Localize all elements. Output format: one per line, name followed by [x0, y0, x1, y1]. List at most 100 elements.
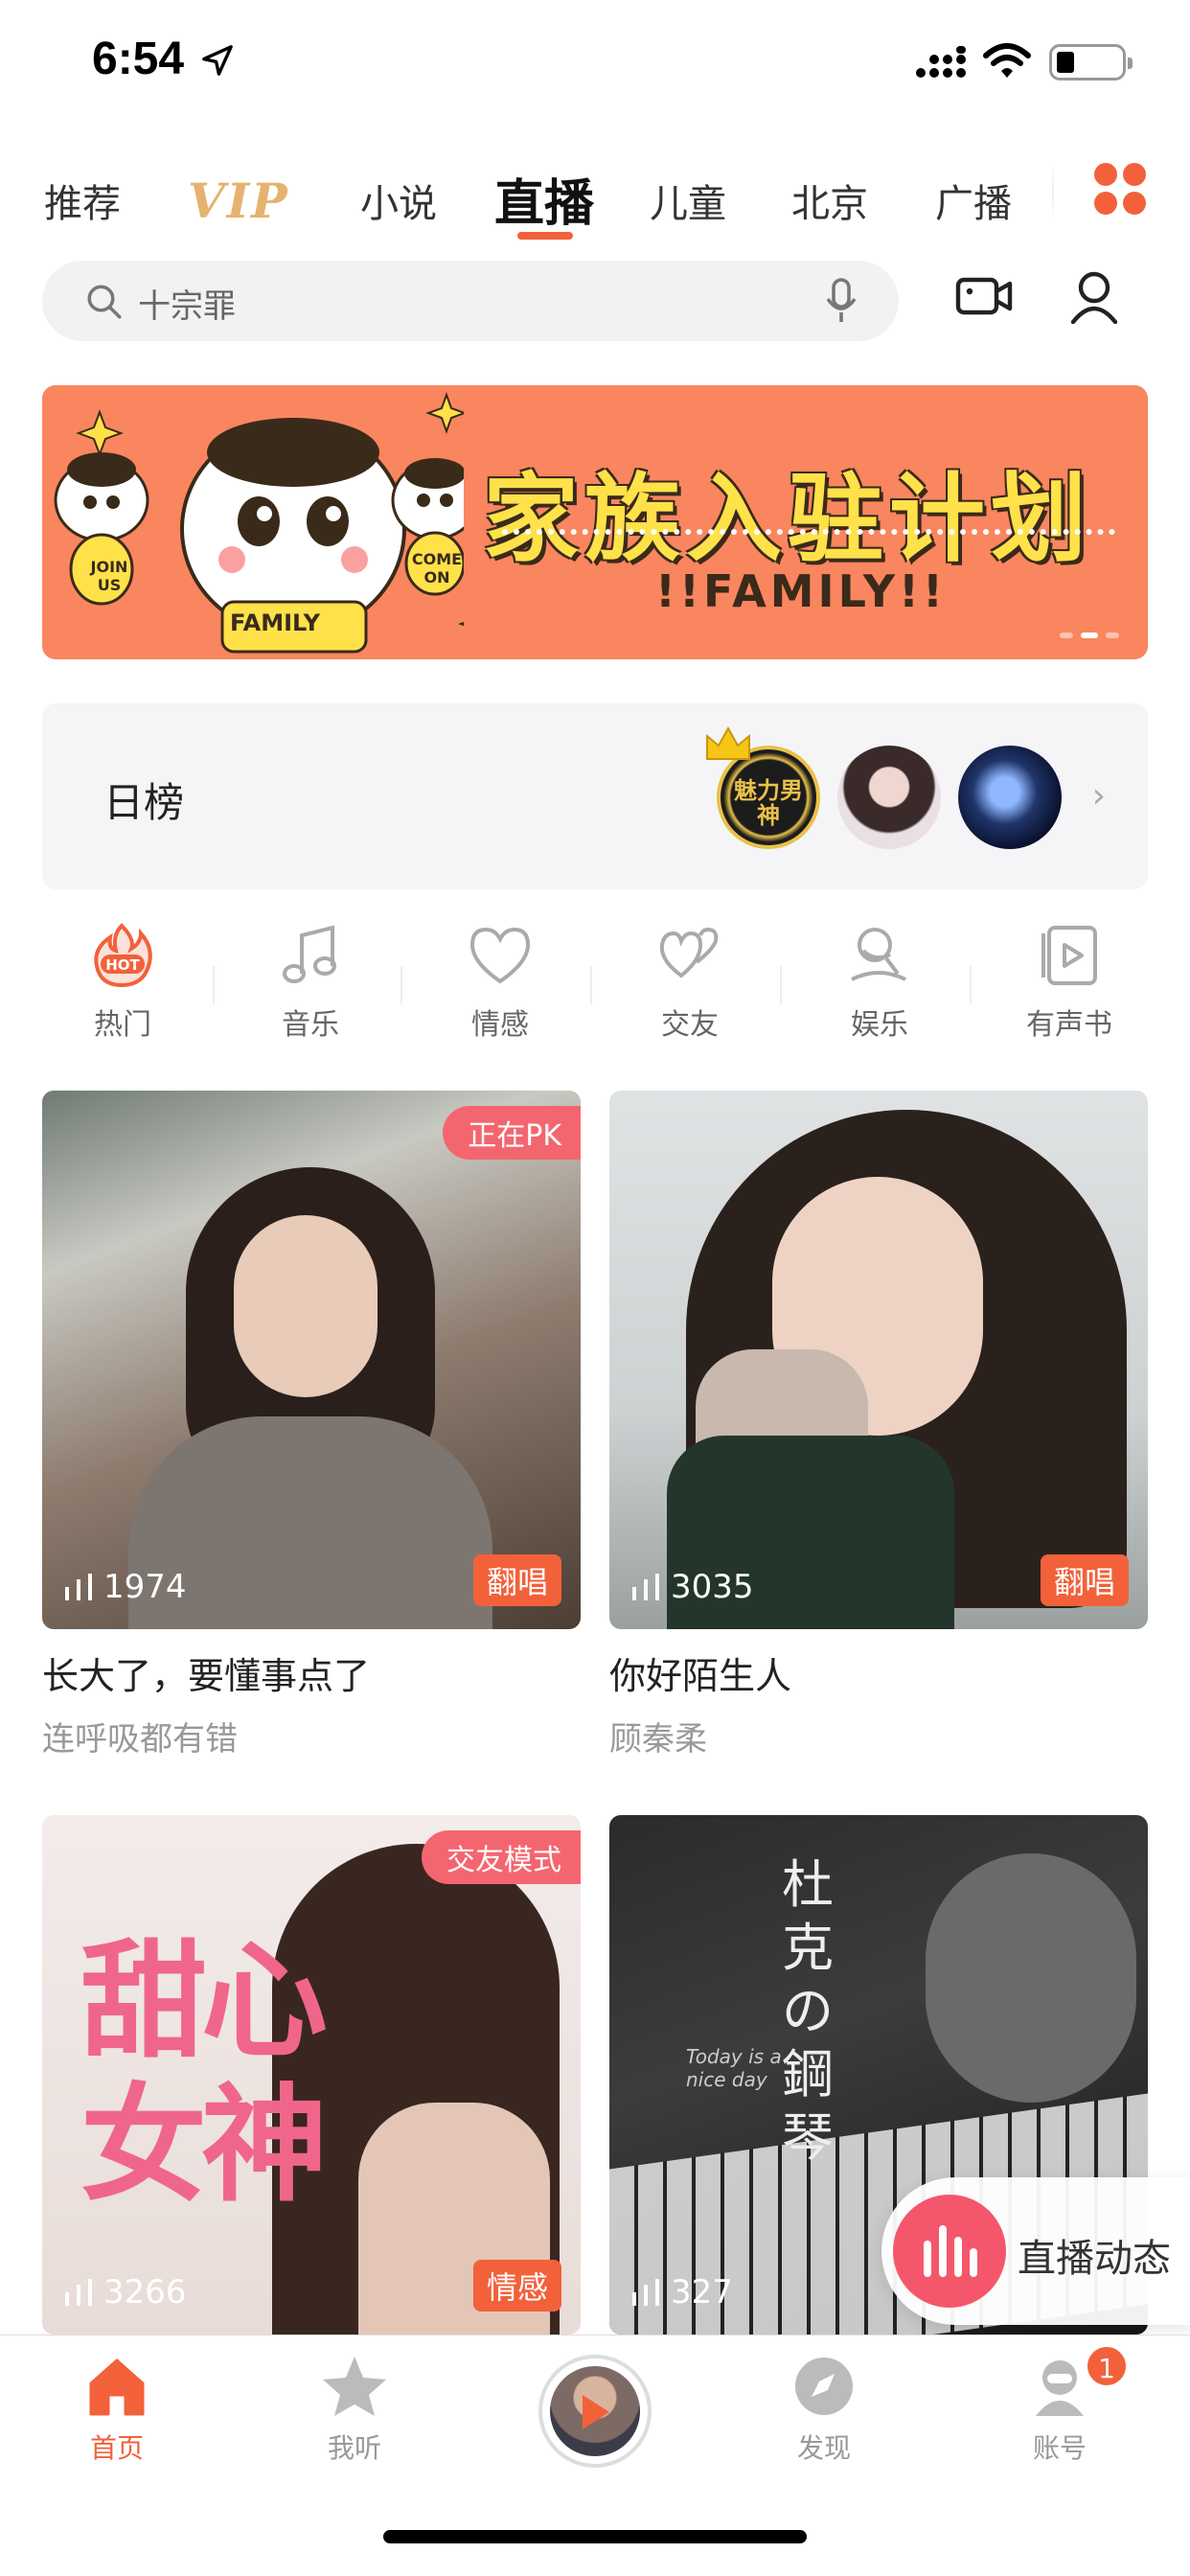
music-icon [283, 925, 336, 983]
tab-children[interactable]: 儿童 [650, 172, 726, 228]
status-time: 6:54 [92, 34, 185, 84]
nav-account-label: 账号 [1032, 2432, 1087, 2464]
cover-face [234, 1215, 378, 1397]
nav-discover-label: 发现 [796, 2432, 851, 2464]
now-playing-button[interactable] [538, 2355, 652, 2468]
viewer-count: 3266 [65, 2273, 187, 2312]
live-room-cover: 甜心女神 交友模式 3266 情感 [42, 1815, 581, 2334]
signal-bars-icon [632, 1574, 659, 1600]
home-indicator [383, 2530, 807, 2543]
category-music-label: 音乐 [282, 1008, 339, 1042]
category-entertainment[interactable]: 娱乐 [784, 920, 975, 1043]
host-name: 连呼吸都有错 [42, 1720, 238, 1759]
category-tag: 翻唱 [1040, 1554, 1129, 1606]
category-emotion[interactable]: 情感 [404, 920, 596, 1043]
tab-beijing[interactable]: 北京 [791, 172, 868, 228]
category-friends[interactable]: 交友 [594, 920, 786, 1043]
viewer-count: 1974 [65, 1568, 187, 1606]
hot-icon: HOT [94, 923, 152, 988]
category-music[interactable]: 音乐 [215, 920, 406, 1043]
live-camera-icon[interactable] [954, 272, 1014, 320]
banner-subtitle: !!FAMILY!! [655, 565, 948, 617]
live-room-card[interactable]: 正在PK 1974 翻唱 长大了，要懂事点了 连呼吸都有错 [42, 1091, 581, 1760]
user-profile-icon[interactable] [1069, 270, 1119, 324]
tabs-divider [1052, 163, 1054, 220]
all-channels-grid-icon[interactable] [1094, 163, 1148, 217]
banner-join-label: JOIN US [90, 558, 128, 594]
room-title: 长大了，要懂事点了 [42, 1655, 371, 1697]
category-friends-label: 交友 [661, 1008, 719, 1042]
live-room-cover: 正在PK 1974 翻唱 [42, 1091, 581, 1629]
search-bar[interactable]: 十宗罪 [42, 261, 899, 341]
category-separator [780, 966, 782, 1004]
wifi-icon [983, 43, 1031, 78]
nav-discover[interactable]: 发现 [747, 2355, 901, 2466]
microphone-icon[interactable] [824, 278, 858, 324]
live-dynamic-label: 直播动态 [1018, 2237, 1171, 2281]
live-room-card[interactable]: 甜心女神 交友模式 3266 情感 [42, 1815, 581, 2334]
star-icon [323, 2357, 386, 2416]
viewer-count-text: 327 [671, 2273, 733, 2312]
category-audiobook-label: 有声书 [1026, 1008, 1112, 1042]
live-room-cover: 3035 翻唱 [609, 1091, 1148, 1629]
category-row: HOT 热门 音乐 情感 交友 娱乐 有声书 [0, 920, 1190, 1045]
audiobook-icon [1041, 926, 1097, 985]
live-dynamic-button[interactable]: 直播动态 [881, 2177, 1190, 2325]
signal-bars-icon [65, 1574, 92, 1600]
viewer-count: 327 [632, 2273, 733, 2312]
category-hot[interactable]: HOT 热门 [27, 920, 218, 1043]
rank-avatar-3[interactable] [958, 746, 1062, 849]
top-tabs: 推荐 VIP 小说 直播 儿童 北京 广播 [0, 153, 1190, 249]
cover-title-text: 杜克の鋼琴 [782, 1854, 834, 2168]
room-title: 你好陌生人 [609, 1655, 792, 1697]
banner-divider [502, 529, 1115, 535]
compass-icon [795, 2358, 853, 2415]
daily-rank-card[interactable]: 日榜 魅力男神 › [42, 703, 1148, 889]
category-tag: 情感 [472, 2260, 561, 2312]
crown-icon [706, 725, 750, 760]
entertainment-icon [851, 928, 906, 981]
tab-live[interactable]: 直播 [494, 163, 594, 235]
heart-icon [469, 927, 531, 984]
category-tag: 翻唱 [472, 1554, 561, 1606]
nav-listening[interactable]: 我听 [278, 2355, 431, 2466]
notification-badge: 1 [1085, 2344, 1129, 2388]
promo-banner[interactable]: FAMILY JOIN US COME ON 家族入驻计划 !!FAMILY!! [42, 385, 1148, 659]
banner-pager [1060, 632, 1119, 638]
viewer-count-text: 1974 [103, 1568, 187, 1606]
category-entertainment-label: 娱乐 [851, 1008, 908, 1042]
audio-bars-icon [924, 2225, 977, 2277]
host-name: 顾秦柔 [609, 1720, 707, 1759]
tab-recommend[interactable]: 推荐 [44, 172, 121, 228]
viewer-count-text: 3035 [671, 1568, 754, 1606]
category-separator [970, 966, 972, 1004]
location-arrow-icon [202, 45, 233, 76]
banner-family-label: FAMILY [230, 610, 320, 636]
live-room-card[interactable]: 3035 翻唱 你好陌生人 顾秦柔 [609, 1091, 1148, 1760]
tab-vip[interactable]: VIP [188, 172, 289, 229]
viewer-count: 3035 [632, 1568, 754, 1606]
rank-avatar-2[interactable] [837, 746, 941, 849]
cellular-signal-icon [916, 46, 966, 78]
viewer-count-text: 3266 [103, 2273, 187, 2312]
friend-mode-badge: 交友模式 [422, 1830, 581, 1884]
nav-home[interactable]: 首页 [40, 2355, 194, 2466]
category-emotion-label: 情感 [471, 1008, 529, 1042]
active-tab-indicator [517, 232, 573, 240]
cover-title-text: 甜心女神 [80, 1928, 328, 2220]
hot-badge-text: HOT [105, 956, 140, 974]
chevron-right-icon[interactable]: › [1092, 776, 1106, 816]
battery-icon [1049, 44, 1133, 80]
nav-listening-label: 我听 [327, 2432, 381, 2464]
cover-figure [926, 1853, 1136, 2103]
signal-bars-icon [65, 2279, 92, 2306]
daily-rank-label: 日榜 [103, 779, 185, 826]
category-separator [400, 966, 402, 1004]
search-placeholder: 十宗罪 [138, 288, 236, 326]
search-icon [87, 285, 122, 319]
account-icon [1036, 2360, 1084, 2416]
category-audiobook[interactable]: 有声书 [973, 920, 1165, 1043]
play-icon [583, 2395, 609, 2429]
tab-radio[interactable]: 广播 [935, 172, 1012, 228]
tab-novel[interactable]: 小说 [360, 172, 437, 228]
